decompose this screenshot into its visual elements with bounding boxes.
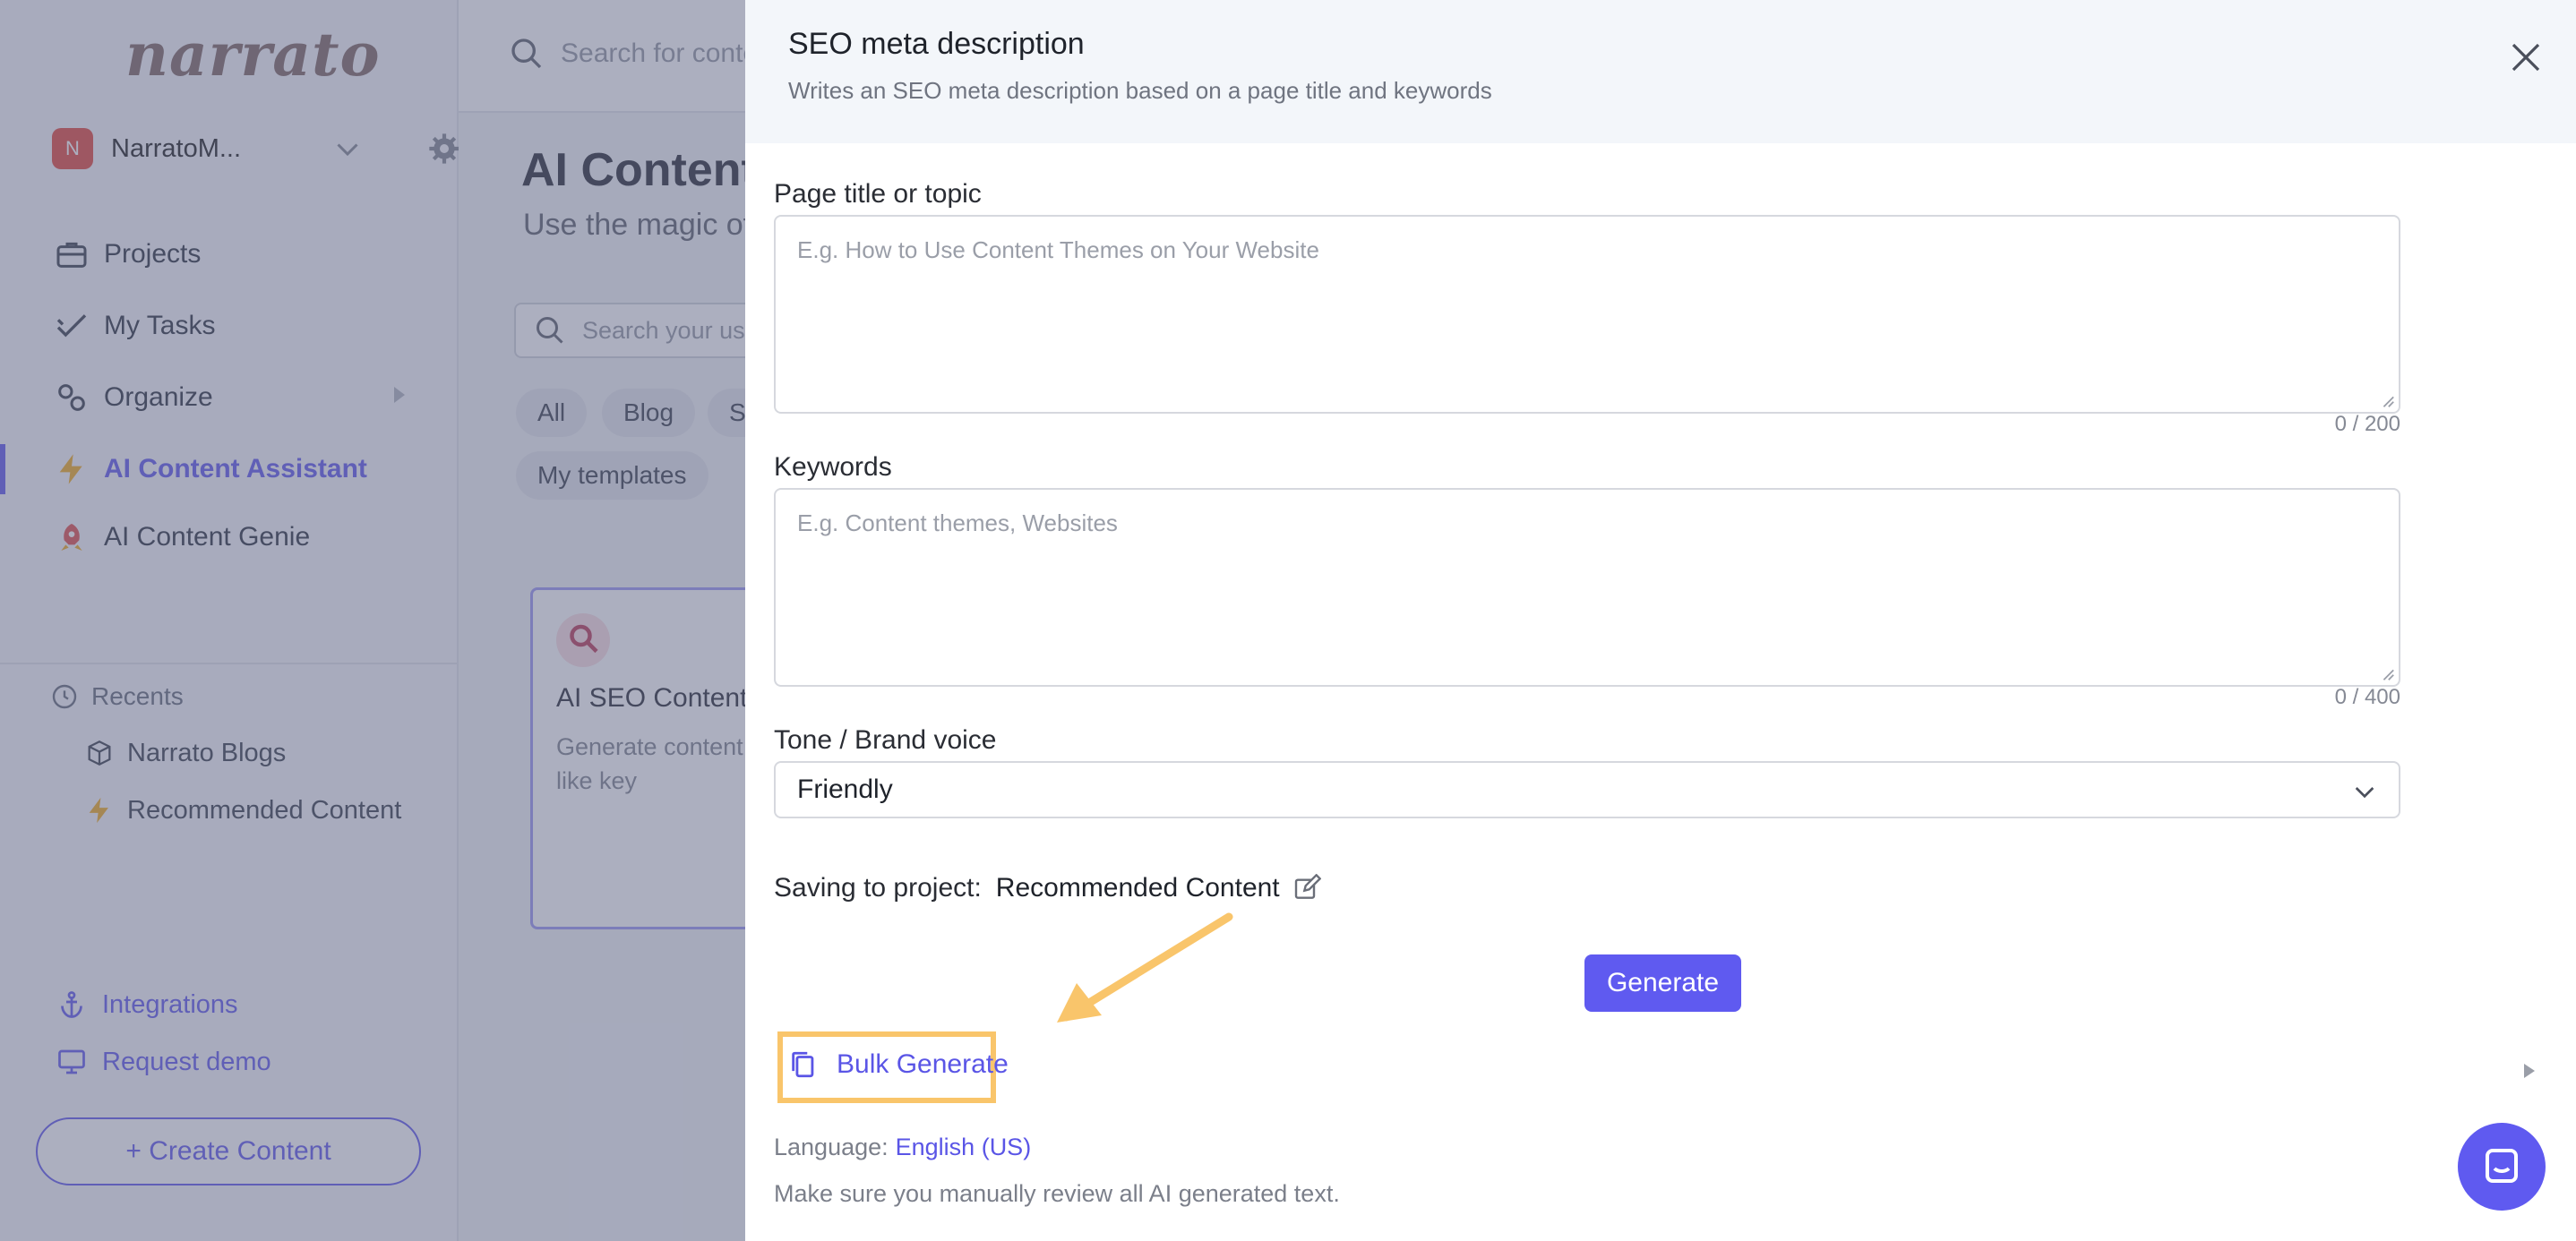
chat-support-button[interactable] xyxy=(2458,1123,2546,1211)
language-info: Language: English (US) xyxy=(774,1134,1031,1161)
saving-to-project: Saving to project: Recommended Content xyxy=(774,873,1321,903)
page-title-counter: 0 / 200 xyxy=(2334,412,2400,436)
saving-project-name: Recommended Content xyxy=(995,873,1280,903)
saving-label: Saving to project: xyxy=(774,873,982,903)
keywords-textarea[interactable]: E.g. Content themes, Websites xyxy=(774,488,2400,687)
edit-icon[interactable] xyxy=(1292,874,1321,903)
generate-button[interactable]: Generate xyxy=(1584,954,1741,1012)
keywords-placeholder: E.g. Content themes, Websites xyxy=(797,509,1118,536)
drawer-subtitle: Writes an SEO meta description based on … xyxy=(788,77,1492,104)
close-icon xyxy=(2512,43,2540,72)
resize-handle-icon[interactable] xyxy=(2379,665,2395,681)
page-title-placeholder: E.g. How to Use Content Themes on Your W… xyxy=(797,236,1319,263)
tone-label: Tone / Brand voice xyxy=(774,725,997,755)
chevron-down-icon xyxy=(2355,787,2374,799)
keywords-counter: 0 / 400 xyxy=(2334,685,2400,709)
annotation-arrow xyxy=(1057,912,1233,1023)
close-button[interactable] xyxy=(2504,36,2547,79)
review-note: Make sure you manually review all AI gen… xyxy=(774,1180,1340,1207)
language-label: Language: xyxy=(774,1134,889,1160)
drawer-header: SEO meta description Writes an SEO meta … xyxy=(745,0,2576,143)
chat-icon xyxy=(2486,1149,2518,1183)
tone-select[interactable]: Friendly xyxy=(774,761,2400,818)
bulk-generate-label: Bulk Generate xyxy=(837,1049,1009,1079)
copy-icon xyxy=(792,1051,814,1078)
page-title-label: Page title or topic xyxy=(774,179,982,209)
expand-arrow-icon[interactable] xyxy=(2524,1064,2535,1078)
resize-handle-icon[interactable] xyxy=(2379,392,2395,408)
page-title-textarea[interactable]: E.g. How to Use Content Themes on Your W… xyxy=(774,215,2400,414)
tone-value: Friendly xyxy=(797,775,893,804)
drawer-title: SEO meta description xyxy=(788,27,1085,61)
seo-meta-description-drawer: SEO meta description Writes an SEO meta … xyxy=(745,0,2576,1241)
bulk-generate-button[interactable]: Bulk Generate xyxy=(788,1049,1009,1080)
keywords-label: Keywords xyxy=(774,452,892,482)
modal-backdrop[interactable] xyxy=(0,0,745,1241)
language-value-link[interactable]: English (US) xyxy=(896,1134,1032,1160)
